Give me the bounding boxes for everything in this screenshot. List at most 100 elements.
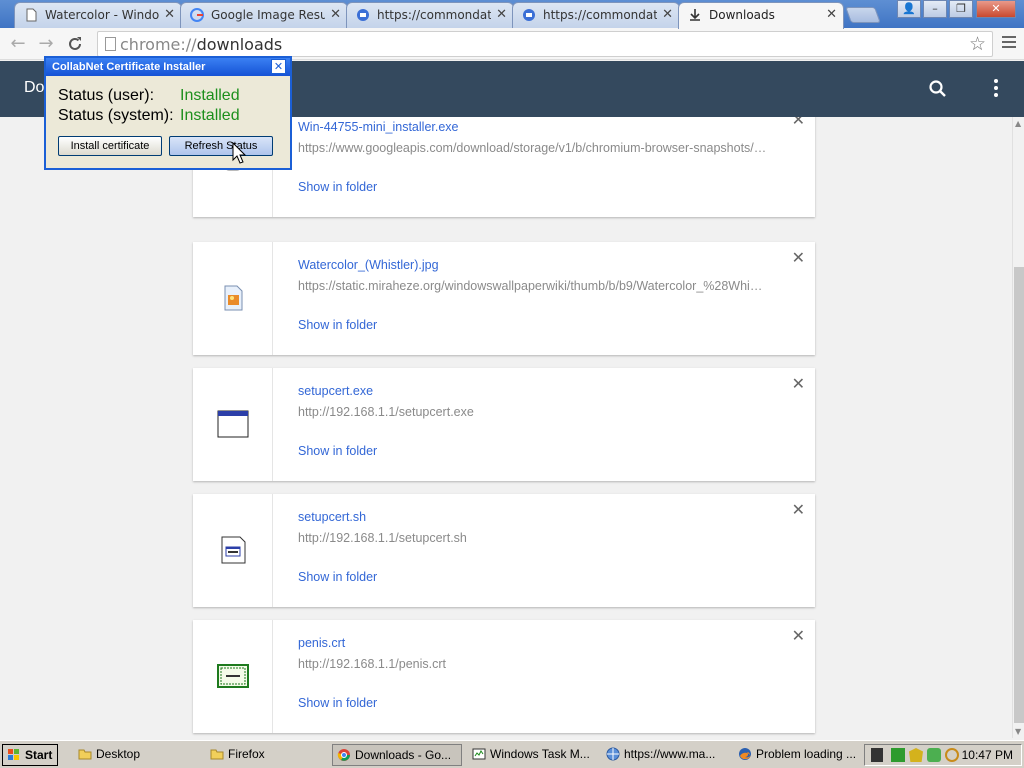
remove-icon[interactable]: ✕ bbox=[792, 626, 805, 645]
download-item: setupcert.exe http://192.168.1.1/setupce… bbox=[193, 368, 815, 481]
reload-button[interactable] bbox=[63, 32, 87, 56]
network-icon[interactable] bbox=[891, 748, 905, 762]
clock: 10:47 PM bbox=[961, 748, 1013, 762]
forward-button[interactable]: → bbox=[34, 32, 58, 56]
globe-icon bbox=[606, 747, 620, 761]
chrome-icon bbox=[337, 749, 350, 761]
task-manager-icon bbox=[472, 748, 486, 760]
update-icon[interactable] bbox=[927, 748, 941, 762]
tab-google-image[interactable]: Google Image Result fo ✕ bbox=[180, 2, 348, 28]
tab-strip: Watercolor - Windows W ✕ Google Image Re… bbox=[0, 0, 1024, 29]
system-tray: 10:47 PM bbox=[864, 744, 1022, 766]
tab-commondata-1[interactable]: https://commondatasto ✕ bbox=[346, 2, 514, 28]
script-file-icon bbox=[221, 536, 246, 564]
address-bar[interactable]: chrome://downloads ☆ bbox=[97, 31, 993, 57]
start-label: Start bbox=[25, 748, 53, 762]
new-tab-button[interactable] bbox=[845, 7, 881, 23]
folder-icon bbox=[210, 749, 224, 760]
taskbar-item-desktop[interactable]: Desktop bbox=[74, 744, 200, 766]
reload-icon bbox=[69, 37, 81, 50]
user-status-value: Installed bbox=[180, 87, 240, 104]
taskbar-item-label: https://www.ma... bbox=[624, 747, 716, 761]
tab-title: Watercolor - Windows W bbox=[45, 8, 159, 22]
taskbar-item-chrome-downloads[interactable]: Downloads - Go... bbox=[332, 744, 462, 766]
tab-watercolor[interactable]: Watercolor - Windows W ✕ bbox=[14, 2, 182, 28]
install-certificate-button[interactable]: Install certificate bbox=[58, 136, 162, 156]
restore-button[interactable]: ❐ bbox=[949, 0, 973, 18]
profile-icon[interactable]: 👤 bbox=[897, 0, 921, 18]
back-button[interactable]: ← bbox=[6, 32, 30, 56]
taskbar-item-firefox-folder[interactable]: Firefox bbox=[206, 744, 326, 766]
google-icon bbox=[190, 8, 204, 22]
icon-column bbox=[193, 620, 273, 733]
file-url[interactable]: https://www.googleapis.com/download/stor… bbox=[298, 141, 768, 155]
close-icon[interactable]: ✕ bbox=[496, 3, 507, 27]
page-icon bbox=[26, 8, 37, 22]
file-name-link[interactable]: setupcert.exe bbox=[298, 384, 373, 398]
show-in-folder-link[interactable]: Show in folder bbox=[298, 696, 377, 710]
bookmark-star-icon[interactable]: ☆ bbox=[969, 33, 986, 55]
remove-icon[interactable]: ✕ bbox=[792, 117, 805, 129]
scrollbar-thumb[interactable] bbox=[1014, 267, 1024, 723]
taskbar-item-label: Problem loading ... bbox=[756, 747, 857, 761]
menu-icon[interactable] bbox=[1002, 36, 1016, 51]
close-icon[interactable]: ✕ bbox=[271, 59, 286, 74]
file-name-link[interactable]: penis.crt bbox=[298, 636, 345, 650]
more-options-icon[interactable] bbox=[994, 79, 1000, 100]
taskbar: Start Desktop Firefox Downloads - Go... … bbox=[0, 740, 1024, 768]
close-window-button[interactable]: ✕ bbox=[976, 0, 1016, 18]
certificate-file-icon bbox=[217, 664, 249, 688]
firefox-icon bbox=[739, 748, 751, 760]
tab-downloads[interactable]: Downloads ✕ bbox=[678, 2, 844, 29]
system-status-row: Status (system): Installed bbox=[58, 107, 240, 125]
downloads-list: Win-44755-mini_installer.exe https://www… bbox=[0, 117, 1012, 738]
show-in-folder-link[interactable]: Show in folder bbox=[298, 444, 377, 458]
file-name-link[interactable]: Watercolor_(Whistler).jpg bbox=[298, 258, 439, 272]
globe-icon bbox=[357, 9, 369, 21]
scroll-up-icon[interactable]: ▲ bbox=[1015, 119, 1021, 128]
download-item: penis.crt http://192.168.1.1/penis.crt S… bbox=[193, 620, 815, 733]
close-icon[interactable]: ✕ bbox=[164, 3, 175, 27]
file-url[interactable]: http://192.168.1.1/penis.crt bbox=[298, 657, 768, 671]
remove-icon[interactable]: ✕ bbox=[792, 248, 805, 267]
taskbar-item-firefox[interactable]: Problem loading ... bbox=[734, 744, 858, 766]
minimize-button[interactable]: – bbox=[923, 0, 947, 18]
magnifier-icon[interactable] bbox=[945, 748, 959, 762]
close-icon[interactable]: ✕ bbox=[662, 3, 673, 27]
file-name-link[interactable]: setupcert.sh bbox=[298, 510, 366, 524]
user-status-label: Status (user): bbox=[58, 87, 155, 104]
page-icon bbox=[105, 37, 116, 51]
remove-icon[interactable]: ✕ bbox=[792, 500, 805, 519]
keyboard-icon[interactable] bbox=[871, 748, 883, 762]
file-name-link[interactable]: Win-44755-mini_installer.exe bbox=[298, 120, 459, 134]
system-status-value: Installed bbox=[180, 107, 240, 124]
security-shield-icon[interactable] bbox=[909, 748, 923, 762]
exe-file-icon bbox=[217, 410, 249, 438]
taskbar-item-label: Windows Task M... bbox=[490, 747, 590, 761]
file-url[interactable]: https://static.miraheze.org/windowswallp… bbox=[298, 279, 768, 293]
show-in-folder-link[interactable]: Show in folder bbox=[298, 318, 377, 332]
tab-commondata-2[interactable]: https://commondatasto ✕ bbox=[512, 2, 680, 28]
folder-icon bbox=[78, 749, 92, 760]
show-in-folder-link[interactable]: Show in folder bbox=[298, 570, 377, 584]
scroll-down-icon[interactable]: ▼ bbox=[1015, 727, 1021, 736]
file-url[interactable]: http://192.168.1.1/setupcert.sh bbox=[298, 531, 768, 545]
vertical-scrollbar[interactable]: ▲ ▼ bbox=[1012, 117, 1024, 738]
taskbar-item-task-manager[interactable]: Windows Task M... bbox=[468, 744, 598, 766]
mouse-cursor-icon bbox=[232, 142, 246, 164]
start-button[interactable]: Start bbox=[2, 744, 58, 766]
windows-flag-icon bbox=[8, 749, 19, 760]
icon-column bbox=[193, 368, 273, 481]
image-file-icon bbox=[224, 285, 243, 311]
refresh-status-button[interactable]: Refresh Status bbox=[169, 136, 273, 156]
file-url[interactable]: http://192.168.1.1/setupcert.exe bbox=[298, 405, 768, 419]
show-in-folder-link[interactable]: Show in folder bbox=[298, 180, 377, 194]
taskbar-item-browser-page[interactable]: https://www.ma... bbox=[602, 744, 728, 766]
close-icon[interactable]: ✕ bbox=[826, 3, 837, 27]
search-icon[interactable] bbox=[928, 79, 948, 99]
close-icon[interactable]: ✕ bbox=[330, 3, 341, 27]
taskbar-item-label: Downloads - Go... bbox=[355, 748, 452, 762]
dialog-title: CollabNet Certificate Installer bbox=[46, 58, 290, 76]
taskbar-item-label: Desktop bbox=[96, 747, 141, 761]
remove-icon[interactable]: ✕ bbox=[792, 374, 805, 393]
